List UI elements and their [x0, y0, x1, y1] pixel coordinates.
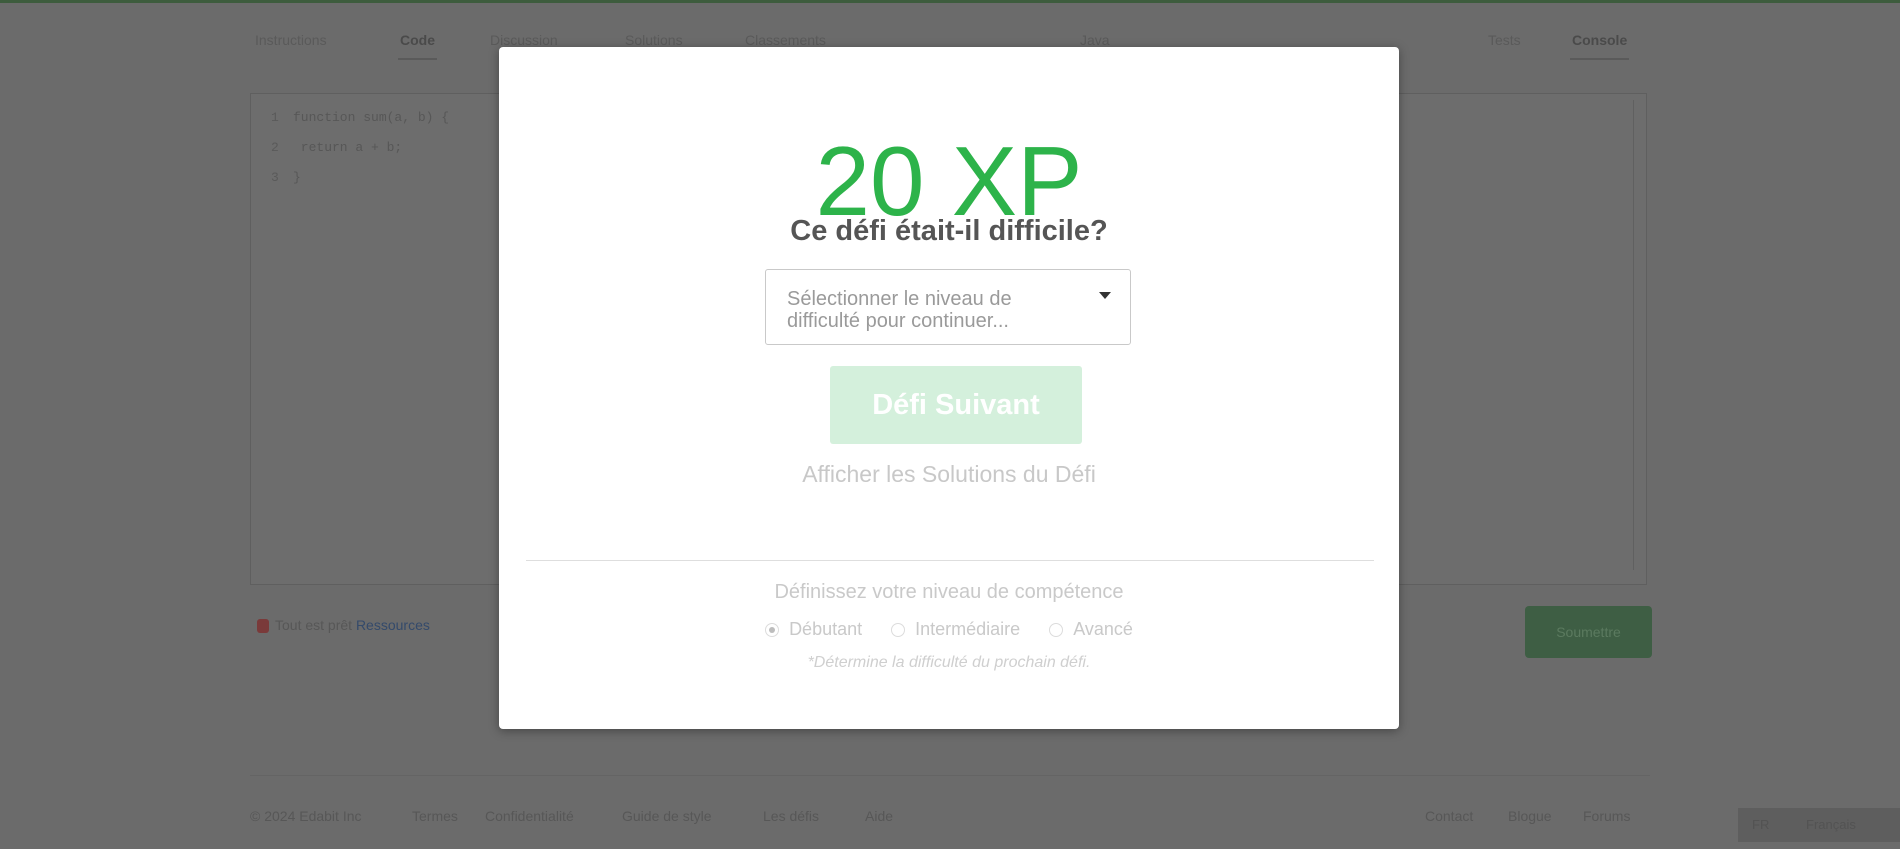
difficulty-select[interactable]: Sélectionner le niveau de difficulté pou… — [765, 269, 1131, 345]
tab-solutions[interactable]: Solutions — [625, 32, 683, 48]
footer-link-help[interactable]: Aide — [865, 808, 893, 824]
completion-modal: 20 XP Ce défi était-il difficile? Sélect… — [499, 47, 1399, 729]
radio-unchecked-icon[interactable] — [891, 622, 906, 637]
modal-divider — [526, 560, 1374, 561]
code-line: 3} — [271, 170, 301, 185]
difficulty-question: Ce défi était-il difficile? — [790, 215, 1108, 247]
footer-link-forums[interactable]: Forums — [1583, 808, 1630, 824]
skill-level-note: *Détermine la difficulté du prochain déf… — [807, 654, 1091, 671]
tab-leaderboard[interactable]: Classements — [745, 32, 826, 48]
status-row: Tout est prêt Ressources — [257, 617, 430, 634]
tab-instructions[interactable]: Instructions — [255, 32, 327, 48]
status-text: Tout est prêt — [275, 617, 353, 633]
tab-tests[interactable]: Tests — [1488, 32, 1521, 48]
caret-down-icon — [1099, 292, 1111, 299]
radio-checked-icon[interactable] — [765, 622, 780, 637]
skill-option-beginner[interactable]: Débutant — [765, 619, 862, 640]
footer-link-challenges[interactable]: Les défis — [763, 808, 819, 824]
footer-link-terms[interactable]: Termes — [412, 808, 458, 824]
next-challenge-button[interactable]: Défi Suivant — [830, 366, 1082, 444]
view-solutions-link[interactable]: Afficher les Solutions du Défi — [499, 461, 1399, 488]
footer-copyright: © 2024 Edabit Inc — [250, 808, 362, 824]
radio-unchecked-icon[interactable] — [1049, 622, 1064, 637]
footer-link-contact[interactable]: Contact — [1425, 808, 1473, 824]
difficulty-select-placeholder: Sélectionner le niveau de difficulté pou… — [787, 288, 1012, 332]
code-line: 1 function sum(a, b) { — [271, 110, 450, 125]
footer-link-blog[interactable]: Blogue — [1508, 808, 1552, 824]
footer-divider — [250, 775, 1650, 776]
tab-discussion[interactable]: Discussion — [490, 32, 558, 48]
skill-option-advanced[interactable]: Avancé — [1049, 619, 1133, 640]
skill-option-intermediate[interactable]: Intermédiaire — [891, 619, 1020, 640]
skill-level-options: Débutant Intermédiaire Avancé — [499, 619, 1399, 642]
tab-console[interactable]: Console — [1569, 32, 1630, 60]
tab-code[interactable]: Code — [398, 32, 437, 60]
resources-link[interactable]: Ressources — [356, 617, 430, 633]
editor-scrollbar[interactable] — [1633, 100, 1642, 570]
footer-link-style-guide[interactable]: Guide de style — [622, 808, 712, 824]
status-icon — [257, 619, 269, 634]
skill-level-title: Définissez votre niveau de compétence — [774, 581, 1124, 603]
top-accent-bar — [0, 0, 1900, 3]
footer-link-privacy[interactable]: Confidentialité — [485, 808, 574, 824]
code-line: 2 return a + b; — [271, 140, 403, 155]
language-label[interactable]: Java — [1080, 32, 1110, 48]
language-switcher[interactable]: FR Français — [1738, 808, 1900, 842]
submit-button[interactable]: Soumettre — [1525, 606, 1652, 658]
